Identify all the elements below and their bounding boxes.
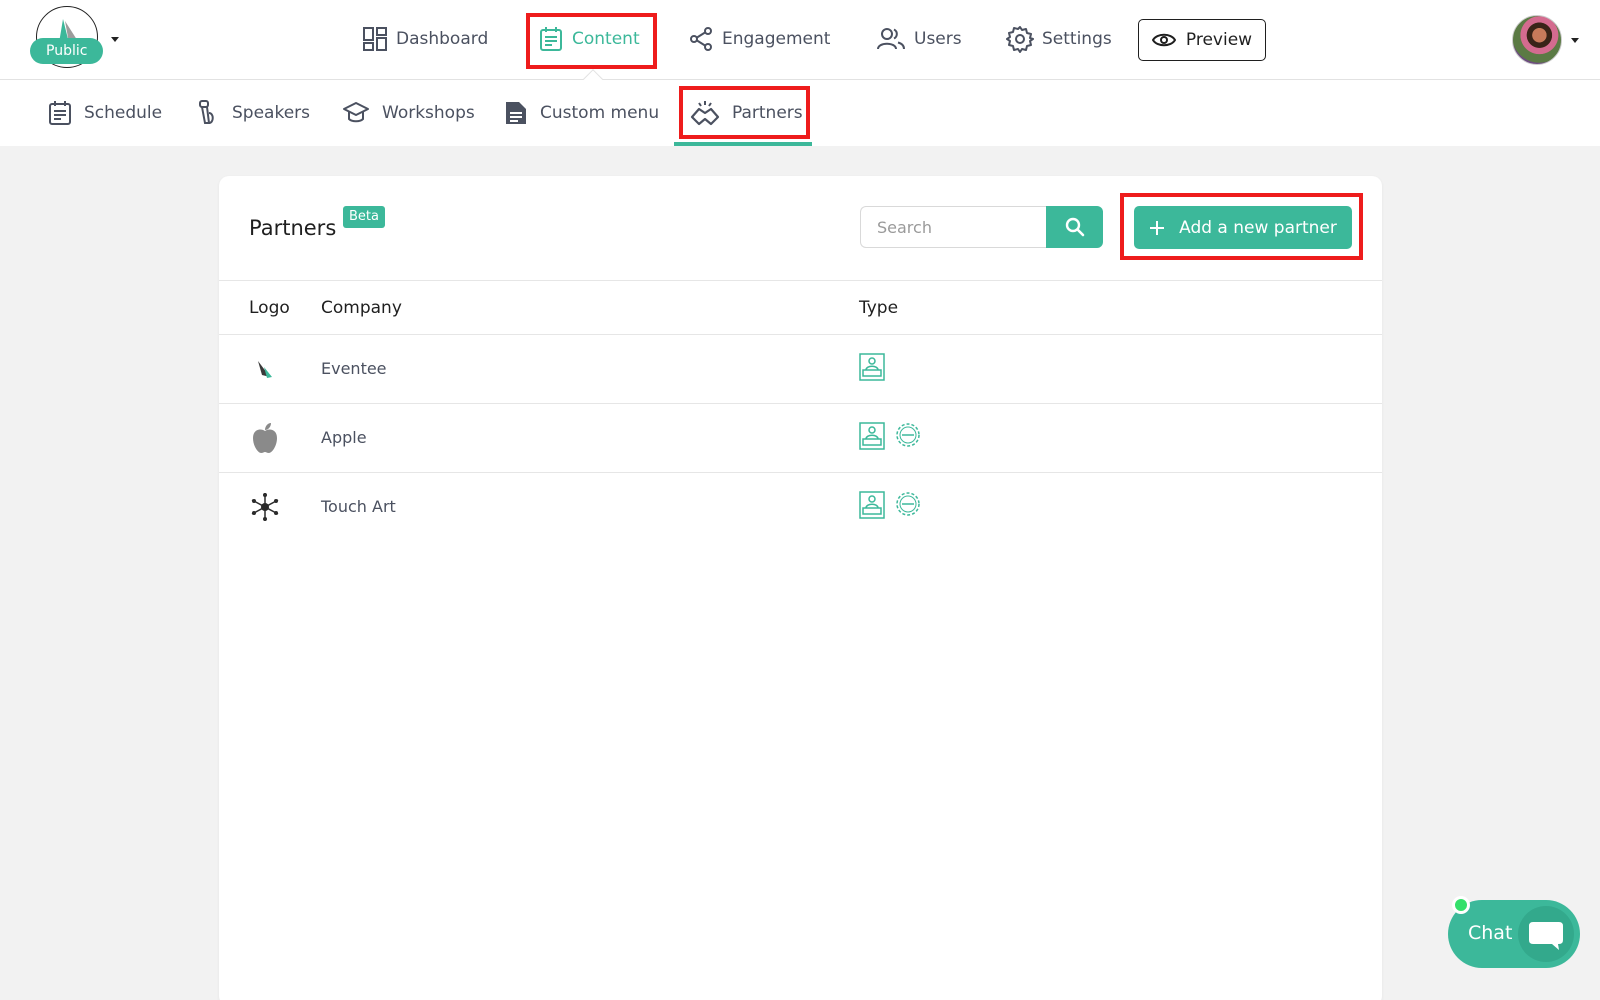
microphone-icon [199,100,214,124]
beta-badge: Beta [343,206,385,228]
chat-widget[interactable]: Chat [1448,896,1580,968]
page-title: Partners [249,216,337,240]
document-icon [506,102,526,124]
nav-users-label: Users [914,29,962,49]
eventee-logo [249,353,281,385]
sponsor-icon [896,423,920,447]
nav-dashboard[interactable]: Dashboard [362,14,488,64]
exhibitor-icon [859,353,885,381]
partner-types [859,491,921,519]
nav-engagement-label: Engagement [722,29,831,49]
event-logo[interactable]: Public [30,4,130,70]
graduation-cap-icon [343,102,369,123]
chat-bubble [1518,906,1574,962]
gear-icon [1006,26,1034,53]
top-bar: Public Dashboard Content Engagement User… [0,0,1600,89]
nav-users[interactable]: Users [876,14,962,64]
partners-card: Partners Beta Add a new partner Logo Com… [219,176,1382,1000]
active-subnav-underline [674,142,812,146]
column-header-logo: Logo [249,298,290,318]
search-button[interactable] [1046,206,1103,248]
subnav-schedule-label: Schedule [84,103,163,123]
nav-settings-label: Settings [1042,29,1112,49]
eye-icon [1151,33,1176,47]
company-name: Eventee [321,359,387,378]
exhibitor-icon [859,491,885,519]
calendar-icon [49,101,71,125]
share-icon [690,27,712,51]
highlight-add-partner [1120,193,1363,260]
search-icon [1065,217,1084,237]
public-status-badge[interactable]: Public [30,38,104,64]
subnav-speakers[interactable]: Speakers [196,80,310,146]
avatar[interactable] [1512,15,1562,65]
divider [219,280,1382,281]
online-indicator [1452,896,1470,914]
subnav-workshops[interactable]: Workshops [342,80,475,146]
table-row[interactable]: Eventee [219,335,1382,403]
search-input[interactable] [860,206,1046,248]
dashboard-icon [363,27,387,51]
users-icon [877,28,905,50]
nav-engagement[interactable]: Engagement [688,14,830,64]
table-row[interactable]: Touch Art [219,473,1382,541]
chevron-down-icon[interactable] [1571,38,1579,43]
company-name: Touch Art [321,497,396,516]
sponsor-icon [896,492,920,516]
touch-art-logo [249,491,281,523]
partner-types [859,353,885,381]
subnav-speakers-label: Speakers [232,103,311,123]
subnav-custom-menu[interactable]: Custom menu [504,80,659,146]
preview-label: Preview [1185,30,1253,50]
column-header-company: Company [321,298,402,318]
partner-types [859,422,921,450]
subnav-schedule[interactable]: Schedule [48,80,162,146]
nav-dashboard-label: Dashboard [396,29,489,49]
subnav-custom-menu-label: Custom menu [540,103,660,123]
exhibitor-icon [859,422,885,450]
chat-label: Chat [1468,922,1513,944]
apple-logo [249,422,281,454]
highlight-content [526,13,657,69]
company-name: Apple [321,428,367,447]
subnav-workshops-label: Workshops [382,103,475,123]
highlight-partners [679,86,810,139]
chat-bubble-icon [1529,922,1563,950]
nav-settings[interactable]: Settings [1006,14,1112,64]
table-row[interactable]: Apple [219,404,1382,472]
preview-button[interactable]: Preview [1138,19,1266,61]
column-header-type: Type [859,298,899,318]
chevron-down-icon[interactable] [111,37,119,42]
